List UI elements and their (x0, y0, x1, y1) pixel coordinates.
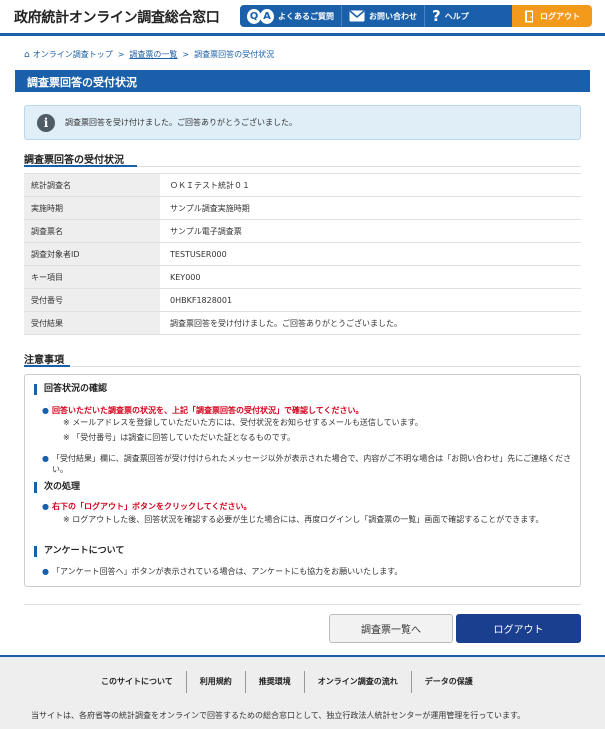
row-label: 統計調査名 (24, 173, 160, 197)
note-sub: ※ ログアウトした後、回答状況を確認する必要が生じた場合には、再度ログインし「調… (63, 515, 544, 524)
status-table: 統計調査名 ＯＫＩテスト統計０１ 実施時期 サンプル調査実施時期 調査票名 サン… (24, 173, 581, 335)
info-icon: i (37, 113, 55, 132)
page-title: 調査票回答の受付状況 (15, 70, 590, 92)
section-underline (24, 365, 70, 367)
footer-links: このサイトについて 利用規約 推奨環境 オンライン調査の流れ データの保護 (88, 671, 486, 693)
row-label: 調査票名 (24, 219, 160, 243)
header-rule (0, 33, 605, 36)
bullet-dot-icon: ● (42, 406, 49, 415)
row-value: サンプル電子調査票 (160, 219, 581, 243)
breadcrumb: ⌂ オンライン調査トップ > 調査票の一覧 > 調査票回答の受付状況 (24, 49, 274, 60)
note-sub: ※ メールアドレスを登録していただいた方には、受付状況をお知らせするメールも送信… (63, 418, 423, 427)
row-label: 受付番号 (24, 288, 160, 312)
door-exit-icon (525, 10, 533, 22)
table-row: 統計調査名 ＯＫＩテスト統計０１ (24, 173, 581, 197)
footer-note: 当サイトは、各府省等の統計調査をオンラインで回答するための総合窓口として、独立行… (31, 711, 526, 720)
note-heading-survey: アンケートについて (34, 546, 124, 557)
question-icon: ? (432, 6, 441, 25)
qa-icon: QA (247, 8, 275, 24)
bullet-dot-icon: ● (42, 502, 49, 511)
breadcrumb-separator: > (117, 50, 125, 59)
note-text: 「受付結果」欄に、調査票回答が受け付けられたメッセージ以外が表示された場合で、内… (52, 454, 572, 474)
row-label: 実施時期 (24, 196, 160, 220)
row-value: サンプル調査実施時期 (160, 196, 581, 220)
note-text: 右下の「ログアウト」ボタンをクリックしてください。 (52, 502, 252, 511)
table-row: 調査票名 サンプル電子調査票 (24, 219, 581, 243)
note-bullet: ● 右下の「ログアウト」ボタンをクリックしてください。 (42, 501, 572, 512)
section-divider (24, 366, 581, 367)
note-heading-next: 次の処理 (34, 482, 80, 493)
row-value: 調査票回答を受け付けました。ご回答ありがとうございました。 (160, 311, 581, 335)
breadcrumb-item-current: 調査票回答の受付状況 (194, 50, 275, 59)
status-section-heading: 調査票回答の受付状況 (24, 155, 124, 166)
note-text: 回答いただいた調査票の状況を、上記「調査票回答の受付状況」で確認してください。 (52, 406, 364, 415)
footer-link-environment[interactable]: 推奨環境 (246, 671, 305, 693)
site-footer: このサイトについて 利用規約 推奨環境 オンライン調査の流れ データの保護 当サ… (0, 655, 605, 729)
help-link[interactable]: ? ヘルプ (425, 5, 476, 27)
faq-label: よくあるご質問 (278, 11, 334, 21)
button-divider (24, 604, 581, 605)
home-icon: ⌂ (24, 49, 30, 60)
logout-button[interactable]: ログアウト (456, 614, 581, 643)
contact-link[interactable]: お問い合わせ (342, 5, 425, 27)
breadcrumb-separator: > (182, 50, 190, 59)
row-label: キー項目 (24, 265, 160, 289)
survey-list-button[interactable]: 調査票一覧へ (329, 614, 453, 643)
notes-box: 回答状況の確認 ● 回答いただいた調査票の状況を、上記「調査票回答の受付状況」で… (24, 374, 581, 587)
mail-icon (349, 10, 365, 22)
table-row: 調査対象者ID TESTUSER000 (24, 242, 581, 266)
info-message: 調査票回答を受け付けました。ご回答ありがとうございました。 (65, 118, 297, 127)
section-underline (24, 165, 137, 167)
header-logout-label: ログアウト (540, 11, 580, 21)
header-nav: QA よくあるご質問 お問い合わせ ? ヘルプ (240, 5, 512, 27)
notes-heading: 注意事項 (24, 355, 64, 366)
row-value: TESTUSER000 (160, 242, 581, 266)
note-bullet: ● 「受付結果」欄に、調査票回答が受け付けられたメッセージ以外が表示された場合で… (42, 453, 572, 475)
footer-link-terms[interactable]: 利用規約 (187, 671, 246, 693)
row-value: KEY000 (160, 265, 581, 289)
info-message-box: i 調査票回答を受け付けました。ご回答ありがとうございました。 (24, 105, 581, 140)
bullet-dot-icon: ● (42, 567, 49, 576)
help-label: ヘルプ (444, 11, 469, 21)
faq-link[interactable]: QA よくあるご質問 (240, 5, 342, 27)
row-label: 調査対象者ID (24, 242, 160, 266)
table-row: 受付番号 0HBKF1828001 (24, 288, 581, 312)
row-value: 0HBKF1828001 (160, 288, 581, 312)
site-header: 政府統計オンライン調査総合窓口 QA よくあるご質問 お問い合わせ ? ヘルプ … (0, 0, 605, 33)
table-row: キー項目 KEY000 (24, 265, 581, 289)
note-sub: ※ 「受付番号」は調査に回答していただいた証となるものです。 (63, 433, 295, 442)
footer-link-data-protection[interactable]: データの保護 (412, 671, 486, 693)
bullet-dot-icon: ● (42, 454, 49, 463)
breadcrumb-item-survey-list[interactable]: 調査票の一覧 (129, 49, 177, 60)
footer-link-about[interactable]: このサイトについて (88, 671, 187, 693)
site-title[interactable]: 政府統計オンライン調査総合窓口 (14, 7, 220, 27)
note-bullet: ● 回答いただいた調査票の状況を、上記「調査票回答の受付状況」で確認してください… (42, 405, 572, 416)
row-label: 受付結果 (24, 311, 160, 335)
note-bullet: ● 「アンケート回答へ」ボタンが表示されている場合は、アンケートにも協力をお願い… (42, 566, 572, 577)
note-heading-confirm: 回答状況の確認 (34, 384, 107, 395)
row-value: ＯＫＩテスト統計０１ (160, 173, 581, 197)
table-row: 実施時期 サンプル調査実施時期 (24, 196, 581, 220)
note-text: 「アンケート回答へ」ボタンが表示されている場合は、アンケートにも協力をお願いいた… (52, 567, 403, 576)
contact-label: お問い合わせ (369, 11, 417, 21)
header-logout-button[interactable]: ログアウト (512, 5, 592, 27)
breadcrumb-item-top[interactable]: オンライン調査トップ (33, 49, 113, 60)
footer-link-flow[interactable]: オンライン調査の流れ (305, 671, 412, 693)
table-row: 受付結果 調査票回答を受け付けました。ご回答ありがとうございました。 (24, 311, 581, 335)
